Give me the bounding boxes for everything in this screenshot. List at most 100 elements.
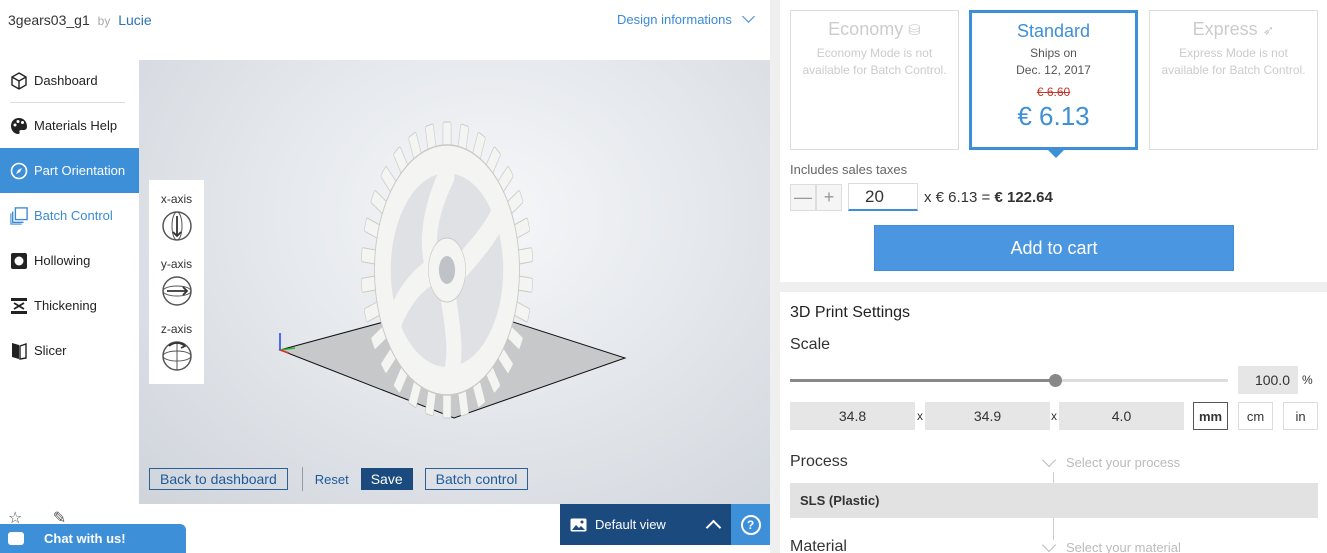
hollow-square-icon xyxy=(10,252,28,270)
material-select[interactable]: Select your material xyxy=(1041,537,1181,553)
total-price: € 122.64 xyxy=(994,188,1053,206)
axis-rotation-panel: x-axis y-axis z-axis xyxy=(149,180,204,384)
chevron-up-icon xyxy=(705,519,722,536)
chat-bubble-icon xyxy=(8,532,24,545)
economy-title: Economy ⛁ xyxy=(791,19,958,40)
dimension-x-input[interactable]: 34.8 xyxy=(790,402,915,430)
economy-description: Economy Mode is not available for Batch … xyxy=(802,46,947,77)
save-button[interactable]: Save xyxy=(360,468,413,490)
by-label: by xyxy=(97,14,111,28)
chevron-down-icon xyxy=(741,10,755,23)
question-icon: ? xyxy=(740,514,761,535)
chat-label: Chat with us! xyxy=(44,531,126,546)
process-option-sls[interactable]: SLS (Plastic) xyxy=(790,483,1318,518)
process-select[interactable]: Select your process xyxy=(1041,452,1181,470)
help-button[interactable]: ? xyxy=(731,504,770,545)
selected-pointer xyxy=(1047,149,1065,158)
sidebar-item-label: Slicer xyxy=(34,343,67,358)
3d-viewport[interactable] xyxy=(139,60,770,504)
shipping-option-standard[interactable]: Standard Ships on Dec. 12, 2017 € 6.60 €… xyxy=(969,10,1138,158)
sidebar: Dashboard Materials Help Part Orientatio… xyxy=(0,58,139,373)
viewport-actions: Back to dashboard Reset Save Batch contr… xyxy=(149,467,529,491)
old-price: € 6.60 xyxy=(1036,85,1071,99)
pricing-card: Economy ⛁ Economy Mode is not available … xyxy=(780,0,1327,282)
scale-label: Scale xyxy=(790,336,831,353)
shipping-option-economy[interactable]: Economy ⛁ Economy Mode is not available … xyxy=(790,10,959,150)
quantity-row: — + 20 x € 6.13 = € 122.64 xyxy=(790,183,1053,211)
unit-cm-button[interactable]: cm xyxy=(1238,402,1273,430)
z-axis-control: z-axis xyxy=(149,322,204,372)
design-title: 3gears03_g1 by Lucie xyxy=(8,12,152,28)
scale-slider[interactable] xyxy=(790,374,1228,387)
palette-icon xyxy=(10,117,28,135)
unit-expression: x € 6.13 = xyxy=(924,188,995,206)
reset-button[interactable]: Reset xyxy=(315,472,349,487)
chevron-down-icon xyxy=(1041,537,1057,552)
image-icon xyxy=(570,518,587,532)
y-axis-label: y-axis xyxy=(160,257,193,271)
author-link[interactable]: Lucie xyxy=(118,12,151,28)
cube-icon xyxy=(10,71,28,90)
dimension-separator: x xyxy=(917,409,923,423)
sidebar-item-slicer[interactable]: Slicer xyxy=(0,328,139,373)
print-settings-card: 3D Print Settings Scale 100.0 % 34.8 x 3… xyxy=(780,292,1327,553)
quantity-decrement-button[interactable]: — xyxy=(790,183,816,211)
z-axis-rotate-icon[interactable] xyxy=(161,340,193,372)
y-axis-rotate-icon[interactable] xyxy=(161,275,193,307)
sidebar-item-part-orientation[interactable]: Part Orientation xyxy=(0,148,139,193)
process-select-hint: Select your process xyxy=(1066,455,1181,470)
sidebar-item-label: Batch Control xyxy=(34,208,113,223)
x-axis-rotate-icon[interactable] xyxy=(161,210,193,242)
scale-slider-fill xyxy=(790,379,1055,382)
sidebar-item-label: Part Orientation xyxy=(34,163,126,178)
economy-title-text: Economy xyxy=(828,19,904,39)
sidebar-item-batch-control[interactable]: Batch Control xyxy=(0,193,139,238)
chevron-down-icon xyxy=(1041,452,1057,467)
unit-in-button[interactable]: in xyxy=(1283,402,1318,430)
default-view-label: Default view xyxy=(595,517,666,532)
process-label: Process xyxy=(790,453,848,470)
sidebar-item-hollowing[interactable]: Hollowing xyxy=(0,238,139,283)
divider xyxy=(301,467,303,491)
connector-line xyxy=(1053,472,1054,483)
gear-model-render xyxy=(278,121,627,419)
design-name: 3gears03_g1 xyxy=(8,12,90,28)
z-axis-label: z-axis xyxy=(160,322,193,336)
express-title: Express ➶ xyxy=(1150,19,1317,40)
sidebar-item-label: Thickening xyxy=(34,298,97,313)
material-label: Material xyxy=(790,538,847,553)
batch-control-button[interactable]: Batch control xyxy=(424,468,529,490)
x-axis-control: x-axis xyxy=(149,192,204,242)
quantity-increment-button[interactable]: + xyxy=(816,183,842,211)
shipping-option-express[interactable]: Express ➶ Express Mode is not available … xyxy=(1149,10,1318,150)
y-axis-control: y-axis xyxy=(149,257,204,307)
back-to-dashboard-button[interactable]: Back to dashboard xyxy=(149,468,288,490)
unit-price: € 6.13 xyxy=(1017,101,1090,131)
thickening-icon xyxy=(10,297,28,315)
chat-widget[interactable]: Chat with us! xyxy=(0,524,186,553)
x-axis-label: x-axis xyxy=(160,192,193,206)
compass-icon xyxy=(10,162,28,180)
ships-on-label: Ships on xyxy=(1030,46,1077,60)
scale-value-input[interactable]: 100.0 xyxy=(1238,366,1298,394)
sidebar-item-thickening[interactable]: Thickening xyxy=(0,283,139,328)
sidebar-item-dashboard[interactable]: Dashboard xyxy=(0,58,139,103)
dimension-separator: x xyxy=(1051,409,1057,423)
unit-mm-button[interactable]: mm xyxy=(1193,402,1228,430)
sales-taxes-note: Includes sales taxes xyxy=(790,162,908,177)
ship-date: Dec. 12, 2017 xyxy=(1016,63,1091,77)
sidebar-item-materials-help[interactable]: Materials Help xyxy=(0,103,139,148)
slicer-icon xyxy=(10,342,28,360)
dimension-z-input[interactable]: 4.0 xyxy=(1059,402,1184,430)
sidebar-item-label: Hollowing xyxy=(34,253,91,268)
default-view-button[interactable]: Default view xyxy=(560,504,731,545)
order-total: x € 6.13 = € 122.64 xyxy=(924,189,1053,206)
add-to-cart-button[interactable]: Add to cart xyxy=(874,225,1234,271)
design-informations-toggle[interactable]: Design informations xyxy=(617,10,755,27)
scale-slider-thumb[interactable] xyxy=(1049,374,1062,387)
dimension-y-input[interactable]: 34.9 xyxy=(925,402,1050,430)
stack-icon xyxy=(10,206,28,225)
rocket-icon: ➶ xyxy=(1262,22,1275,38)
connector-line xyxy=(1053,518,1054,540)
quantity-input[interactable]: 20 xyxy=(848,183,918,211)
